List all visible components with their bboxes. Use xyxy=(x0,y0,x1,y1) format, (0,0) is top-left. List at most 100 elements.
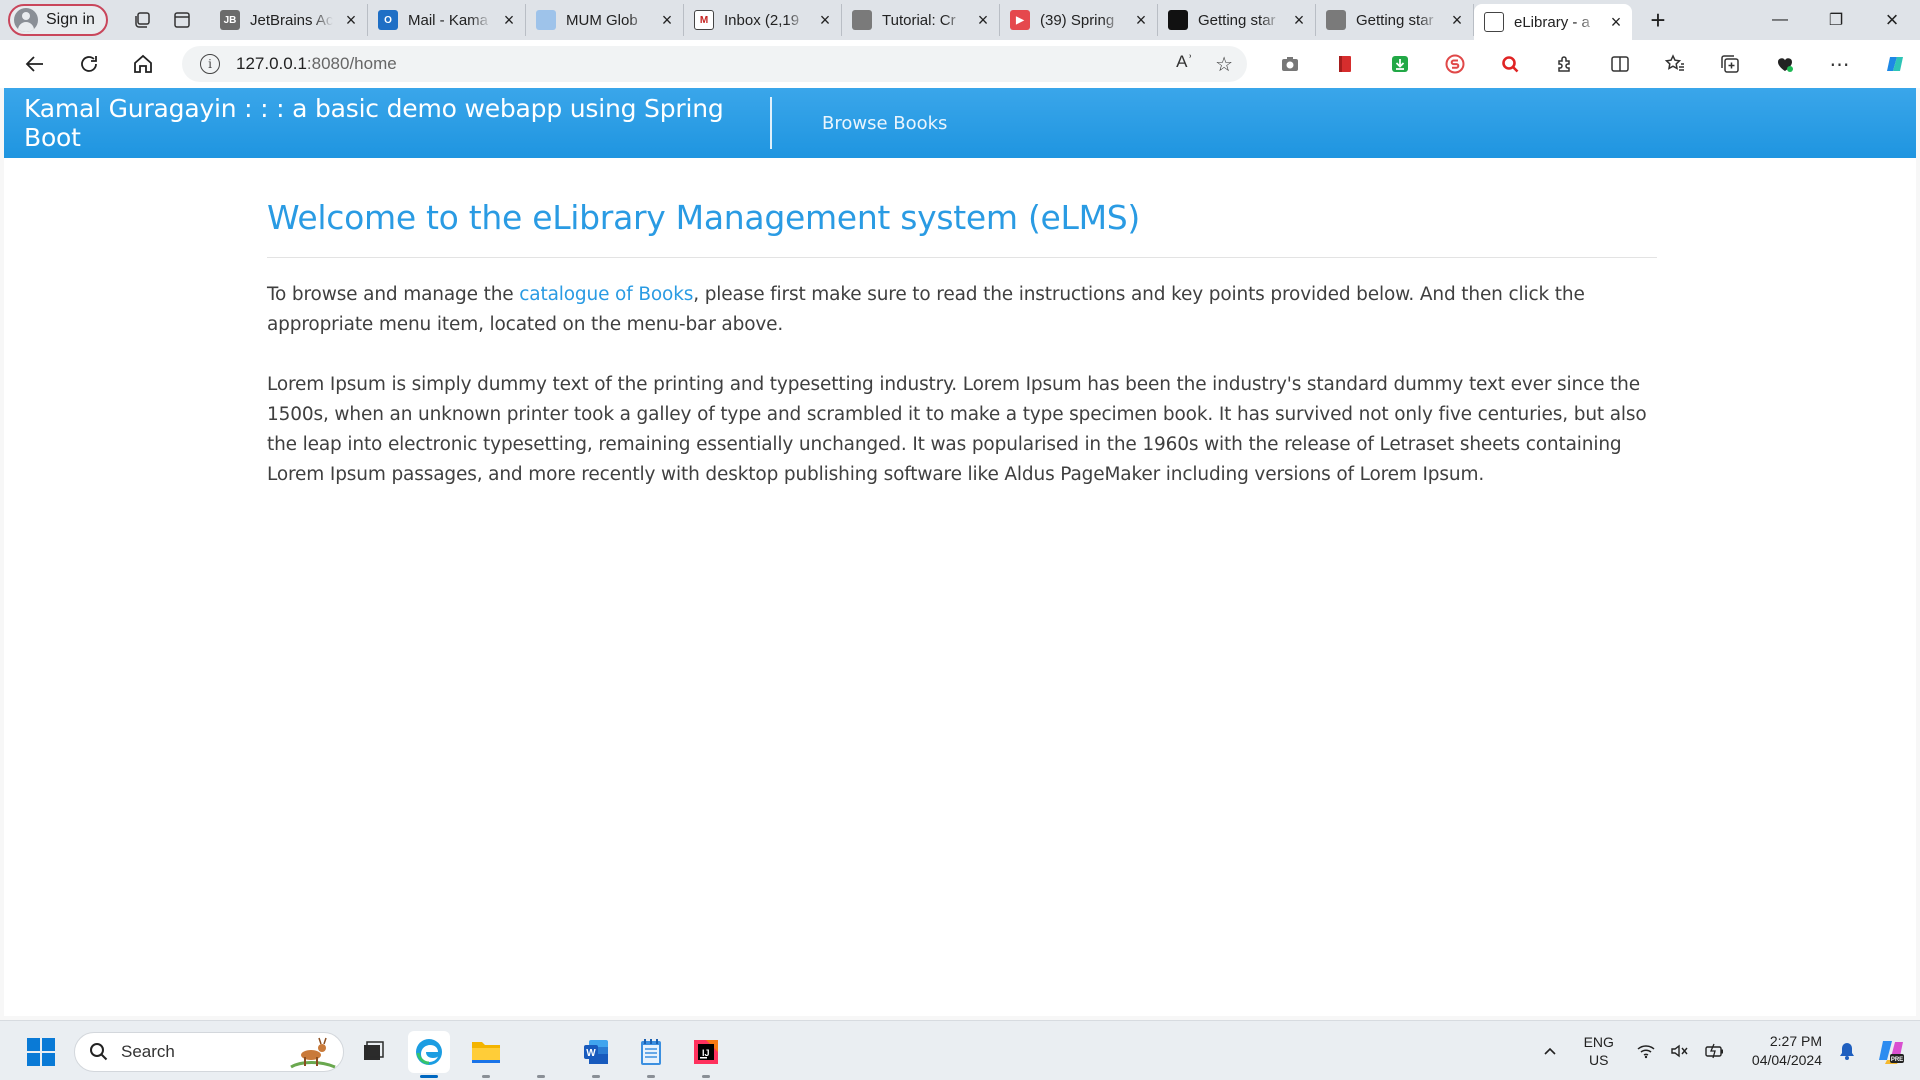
notepad-running-indicator xyxy=(647,1075,655,1078)
file-explorer-app[interactable] xyxy=(465,1031,507,1078)
address-bar[interactable]: i 127.0.0.1:8080/home Aʾ ☆ xyxy=(182,46,1247,82)
tab-favicon-icon xyxy=(1484,12,1504,32)
page-heading: Welcome to the eLibrary Management syste… xyxy=(267,198,1657,258)
workspaces-icon[interactable] xyxy=(122,0,162,40)
signin-label: Sign in xyxy=(46,11,95,28)
tab-title: Getting star xyxy=(1356,11,1434,29)
task-view-app[interactable] xyxy=(352,1031,394,1073)
split-screen-icon[interactable] xyxy=(1592,40,1647,88)
browser-tab[interactable]: Getting star × xyxy=(1316,4,1474,36)
catalogue-of-books-link[interactable]: catalogue of Books xyxy=(519,284,693,305)
tab-title: Inbox (2,19 xyxy=(724,11,800,29)
browser-essentials-heart-icon[interactable] xyxy=(1757,40,1812,88)
hidden-app-slot[interactable] xyxy=(520,1031,562,1078)
clock-time: 2:27 PM xyxy=(1769,1033,1822,1049)
app-brand[interactable]: Kamal Guragayin : : : a basic demo webap… xyxy=(4,94,770,152)
hidden-app-running-indicator xyxy=(537,1075,545,1078)
more-options-icon[interactable]: ⋯ xyxy=(1812,40,1867,88)
windows-logo-icon xyxy=(27,1038,55,1066)
page-viewport: Kamal Guragayin : : : a basic demo webap… xyxy=(4,88,1916,1016)
language-code: ENG xyxy=(1583,1034,1614,1050)
browser-toolbar: i 127.0.0.1:8080/home Aʾ ☆ ⋯ xyxy=(0,40,1920,88)
home-button[interactable] xyxy=(116,42,170,86)
tab-close-icon[interactable]: × xyxy=(343,10,359,30)
window-controls: — ❐ × xyxy=(1752,0,1920,40)
intellij-running-indicator xyxy=(702,1075,710,1078)
windows-taskbar: Search W IJ ENG US 2:27 PM 04/04/2024 PR… xyxy=(0,1020,1920,1080)
tab-close-icon[interactable]: × xyxy=(1291,10,1307,30)
word-icon: W xyxy=(584,1040,608,1064)
wifi-icon[interactable] xyxy=(1636,1043,1656,1059)
copilot-icon[interactable] xyxy=(1867,40,1920,88)
collections-icon[interactable] xyxy=(1702,40,1757,88)
back-button[interactable] xyxy=(8,42,62,86)
copilot-taskbar-icon[interactable]: PRE xyxy=(1876,1036,1906,1066)
taskbar-search[interactable]: Search xyxy=(74,1032,344,1072)
browse-books-link[interactable]: Browse Books xyxy=(822,113,947,134)
tab-title: MUM Glob xyxy=(566,11,638,29)
download-extension-icon[interactable] xyxy=(1372,40,1427,88)
profile-signin-button[interactable]: Sign in xyxy=(8,4,108,36)
browser-tab[interactable]: O Mail - Kama × xyxy=(368,4,526,36)
extensions-puzzle-icon[interactable] xyxy=(1537,40,1592,88)
favorite-star-icon[interactable]: ☆ xyxy=(1215,52,1233,77)
extensions-toolbar: ⋯ xyxy=(1262,40,1920,88)
tab-close-icon[interactable]: × xyxy=(817,10,833,30)
start-button[interactable] xyxy=(20,1031,62,1073)
show-hidden-icons-chevron-icon[interactable] xyxy=(1542,1043,1558,1059)
refresh-icon xyxy=(81,56,97,72)
edge-browser-icon xyxy=(416,1039,442,1065)
app-navbar: Kamal Guragayin : : : a basic demo webap… xyxy=(4,88,1916,158)
word-app[interactable]: W xyxy=(575,1031,617,1078)
favorites-list-icon[interactable] xyxy=(1647,40,1702,88)
search-placeholder: Search xyxy=(121,1042,175,1061)
browser-tab[interactable]: ▶ (39) Spring × xyxy=(1000,4,1158,36)
tab-favicon-icon xyxy=(852,10,872,30)
browser-tab[interactable]: Tutorial: Cr × xyxy=(842,4,1000,36)
tab-close-icon[interactable]: × xyxy=(1449,10,1465,30)
browser-tab[interactable]: M Inbox (2,19 × xyxy=(684,4,842,36)
red-book-extension-icon[interactable] xyxy=(1317,40,1372,88)
battery-charging-icon[interactable] xyxy=(1704,1043,1726,1059)
search-icon xyxy=(90,1043,108,1061)
intro-paragraph: To browse and manage the catalogue of Bo… xyxy=(267,280,1657,340)
region-code: US xyxy=(1589,1052,1609,1068)
notification-bell-icon[interactable] xyxy=(1838,1041,1856,1061)
shield-s-extension-icon[interactable] xyxy=(1427,40,1482,88)
tab-close-icon[interactable]: × xyxy=(1608,12,1624,32)
notepad-icon xyxy=(641,1039,661,1065)
close-window-button[interactable]: × xyxy=(1864,0,1920,40)
browser-tab[interactable]: JB JetBrains Ac × xyxy=(210,4,368,36)
tab-actions-icon[interactable] xyxy=(162,0,202,40)
screenshot-camera-icon[interactable] xyxy=(1262,40,1317,88)
intellij-app[interactable]: IJ xyxy=(685,1031,727,1078)
tab-favicon-icon: M xyxy=(694,10,714,30)
new-tab-button[interactable]: + xyxy=(1638,0,1678,40)
tab-title: eLibrary - a xyxy=(1514,13,1590,31)
browser-tab[interactable]: MUM Glob × xyxy=(526,4,684,36)
edge-app[interactable] xyxy=(408,1031,450,1078)
browser-tab[interactable]: Getting star × xyxy=(1158,4,1316,36)
tab-close-icon[interactable]: × xyxy=(975,10,991,30)
clock[interactable]: 2:27 PM 04/04/2024 xyxy=(1752,1032,1822,1070)
volume-muted-icon[interactable] xyxy=(1670,1043,1690,1059)
refresh-button[interactable] xyxy=(62,42,116,86)
word-running-indicator xyxy=(592,1075,600,1078)
tab-close-icon[interactable]: × xyxy=(659,10,675,30)
tab-close-icon[interactable]: × xyxy=(1133,10,1149,30)
read-aloud-icon[interactable]: Aʾ xyxy=(1176,52,1193,77)
tab-title: JetBrains Ac xyxy=(250,11,333,29)
tab-favicon-icon: ▶ xyxy=(1010,10,1030,30)
restore-button[interactable]: ❐ xyxy=(1808,0,1864,40)
search-extension-icon[interactable] xyxy=(1482,40,1537,88)
tab-title: Mail - Kama xyxy=(408,11,489,29)
site-info-icon[interactable]: i xyxy=(200,54,220,74)
url-path: :8080/home xyxy=(306,54,397,73)
browser-tab[interactable]: eLibrary - a × xyxy=(1474,4,1632,40)
input-language-indicator[interactable]: ENG US xyxy=(1584,1033,1614,1069)
tab-close-icon[interactable]: × xyxy=(501,10,517,30)
main-content: Welcome to the eLibrary Management syste… xyxy=(267,198,1657,490)
notepad-app[interactable] xyxy=(630,1031,672,1078)
minimize-button[interactable]: — xyxy=(1752,0,1808,40)
tab-favicon-icon xyxy=(536,10,556,30)
